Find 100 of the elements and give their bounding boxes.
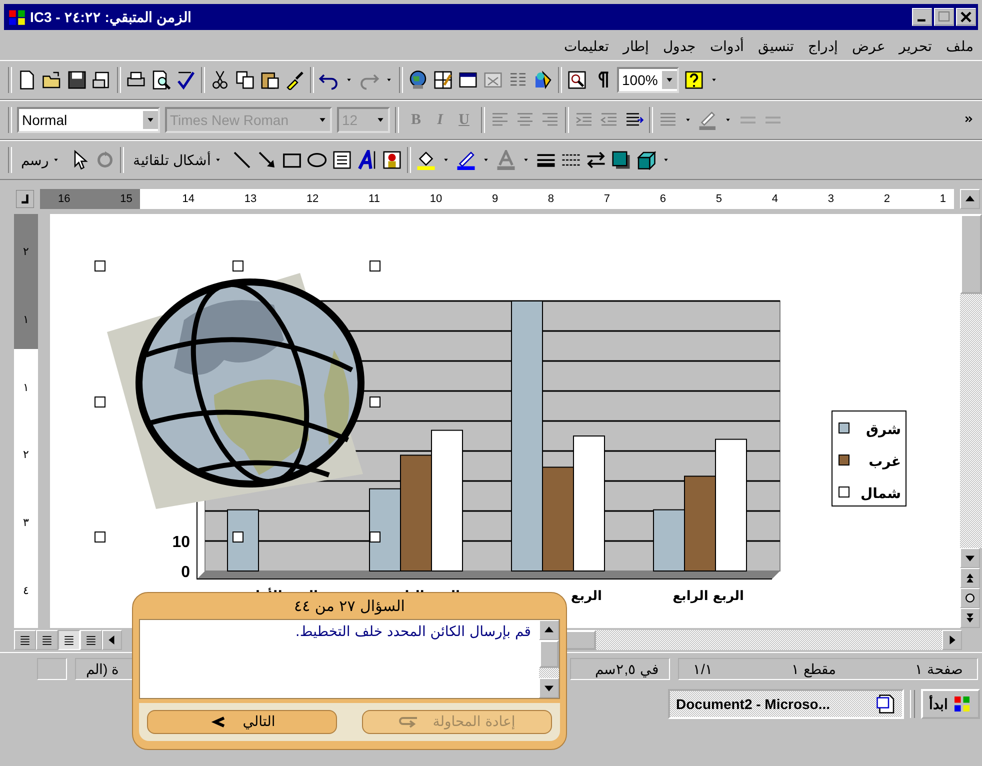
- line-color-icon[interactable]: [456, 150, 476, 170]
- view-button[interactable]: [36, 630, 58, 650]
- selection-handle[interactable]: [232, 260, 244, 272]
- retry-arrow-icon: [398, 715, 419, 729]
- double-arrow-icon[interactable]: [586, 150, 606, 170]
- ruler-number: 6: [660, 193, 666, 205]
- more-icon[interactable]: [964, 115, 974, 125]
- legend-label: شرق: [866, 422, 901, 438]
- zoom-dropdown[interactable]: 100%: [617, 67, 679, 93]
- ruler-number: ٢: [23, 448, 29, 462]
- selection-handle[interactable]: [232, 532, 244, 542]
- category-label: الربع: [570, 589, 602, 604]
- scroll-right-button[interactable]: [942, 630, 962, 650]
- browse-object-button[interactable]: [960, 588, 980, 608]
- arrow-icon[interactable]: [256, 150, 277, 170]
- text-box-icon[interactable]: [332, 150, 352, 170]
- oval-icon[interactable]: [306, 150, 327, 170]
- scroll-down-button[interactable]: [539, 678, 559, 698]
- worksheet-icon[interactable]: [483, 70, 503, 90]
- wordart-icon[interactable]: [356, 150, 377, 170]
- copy-icon[interactable]: [235, 70, 255, 90]
- question-text: قم بإرسال الكائن المحدد خلف التخطيط.: [294, 623, 532, 642]
- previous-page-button[interactable]: [960, 568, 980, 588]
- spelling-check-icon[interactable]: [176, 70, 196, 90]
- style-dropdown[interactable]: Normal: [17, 107, 160, 133]
- table-icon[interactable]: [458, 70, 478, 90]
- scroll-track[interactable]: [539, 668, 559, 678]
- menu-item[interactable]: جدول: [663, 38, 696, 54]
- ruler-number: 4: [772, 193, 778, 205]
- menu-item[interactable]: عرض: [852, 38, 885, 54]
- paintbrush-icon[interactable]: [285, 70, 305, 90]
- scroll-down-button[interactable]: [960, 548, 980, 568]
- view-button[interactable]: [58, 630, 80, 650]
- selection-handle[interactable]: [370, 532, 380, 542]
- font-color-icon[interactable]: [496, 150, 516, 170]
- tab-selector-icon[interactable]: [16, 190, 34, 208]
- ruler-number: 1: [940, 193, 946, 205]
- minimize-button[interactable]: [912, 8, 932, 26]
- scroll-thumb[interactable]: [539, 640, 559, 668]
- view-button[interactable]: [80, 630, 102, 650]
- help-icon[interactable]: [684, 70, 704, 90]
- open-folder-icon[interactable]: [42, 70, 62, 90]
- ruler-number: 7: [604, 193, 610, 205]
- vertical-scrollbar[interactable]: [539, 620, 559, 698]
- fill-bucket-icon[interactable]: [416, 150, 436, 170]
- table-pencil-icon[interactable]: [433, 70, 453, 90]
- next-button[interactable]: التالي: [147, 710, 337, 734]
- ruler-number: 9: [492, 193, 498, 205]
- start-button[interactable]: ابدأ: [921, 689, 980, 719]
- globe-link-icon[interactable]: [408, 70, 428, 90]
- highlighter-icon[interactable]: [698, 110, 718, 130]
- ruler-number: 8: [548, 193, 554, 205]
- scissors-icon[interactable]: [210, 70, 230, 90]
- selection-handle[interactable]: [94, 532, 106, 542]
- ruler-number: ٤: [23, 584, 29, 597]
- menu-item[interactable]: تنسيق: [758, 38, 794, 54]
- print-preview-icon[interactable]: [151, 70, 171, 90]
- page-count: ١/١: [693, 661, 713, 677]
- scroll-up-button[interactable]: [539, 620, 559, 640]
- line-icon[interactable]: [232, 150, 252, 170]
- maximize-button[interactable]: [934, 8, 954, 26]
- section-indicator: مقطع ١: [792, 661, 836, 677]
- scroll-left-button[interactable]: [102, 630, 122, 650]
- document-icon: [876, 694, 896, 714]
- clipboard-icon[interactable]: [260, 70, 280, 90]
- 3d-box-icon[interactable]: [636, 150, 656, 170]
- menu-item[interactable]: تحرير: [899, 38, 932, 54]
- legend-label: شمال: [860, 486, 901, 502]
- envelope-icon[interactable]: [92, 70, 112, 90]
- clip-art-icon[interactable]: [382, 150, 402, 170]
- scroll-thumb[interactable]: [960, 214, 982, 294]
- view-button[interactable]: [14, 630, 36, 650]
- close-button[interactable]: [956, 8, 976, 26]
- shadow-icon[interactable]: [610, 150, 631, 170]
- ruler-number: 3: [828, 193, 834, 205]
- new-document-icon[interactable]: [17, 70, 37, 90]
- scroll-track[interactable]: [596, 630, 942, 650]
- selection-handle[interactable]: [94, 396, 106, 408]
- document-map-icon[interactable]: [567, 70, 587, 90]
- caret-icon: [662, 71, 677, 89]
- menu-item[interactable]: إطار: [623, 38, 649, 54]
- menu-item[interactable]: أدوات: [710, 38, 744, 54]
- menu-item[interactable]: تعليمات: [564, 38, 609, 54]
- selection-handle[interactable]: [94, 260, 106, 272]
- lines-icon: [62, 633, 76, 647]
- scroll-up-button[interactable]: [960, 189, 980, 209]
- autoshapes-menu[interactable]: أشكال تلقائية: [129, 152, 227, 168]
- menu-item[interactable]: إدراج: [808, 38, 838, 54]
- selection-handle[interactable]: [370, 260, 380, 272]
- draw-menu[interactable]: رسم: [17, 152, 65, 168]
- ruler-number: 15: [120, 193, 132, 205]
- language-indicator: ة (الم: [86, 661, 119, 677]
- next-page-button[interactable]: [960, 608, 980, 628]
- menu-item[interactable]: ملف: [946, 38, 974, 54]
- drawing-shapes-icon[interactable]: [533, 70, 553, 90]
- globe-clipart-drawing[interactable]: [107, 273, 364, 509]
- axis-tick-label: 10: [172, 534, 190, 551]
- selection-handle[interactable]: [370, 396, 380, 408]
- vertical-scrollbar[interactable]: [960, 214, 982, 628]
- taskbar-button[interactable]: Document2 - Microso...: [668, 689, 904, 719]
